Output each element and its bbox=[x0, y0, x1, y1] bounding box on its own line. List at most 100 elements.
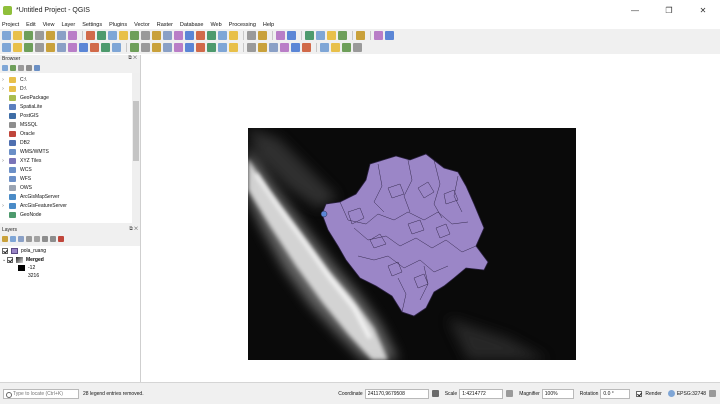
filter-expression-icon[interactable] bbox=[34, 236, 40, 242]
new-map-view-icon[interactable] bbox=[196, 31, 205, 40]
add-postgis-icon[interactable] bbox=[112, 43, 121, 52]
digitize-icon[interactable] bbox=[163, 43, 172, 52]
temporal-icon[interactable] bbox=[218, 31, 227, 40]
browser-item[interactable]: MSSQL bbox=[0, 120, 130, 129]
add-selected-icon[interactable] bbox=[2, 65, 8, 71]
menu-raster[interactable]: Raster bbox=[157, 22, 173, 28]
style-manager-icon[interactable] bbox=[68, 31, 77, 40]
browser-item[interactable]: SpatiaLite bbox=[0, 102, 130, 111]
label-show-icon[interactable] bbox=[269, 43, 278, 52]
label-icon[interactable] bbox=[247, 43, 256, 52]
add-mesh-icon[interactable] bbox=[79, 43, 88, 52]
panel-float-close-icon[interactable]: ⧉ ✕ bbox=[128, 55, 137, 61]
cut-icon[interactable] bbox=[185, 43, 194, 52]
browser-item[interactable]: › ArcGisFeatureServer bbox=[0, 201, 130, 210]
georeferencer-icon[interactable] bbox=[331, 43, 340, 52]
coordinate-field[interactable]: 241170,9679508 bbox=[364, 388, 429, 399]
layer-visibility-checkbox[interactable] bbox=[7, 257, 13, 263]
zoom-in-icon[interactable] bbox=[108, 31, 117, 40]
menu-view[interactable]: View bbox=[43, 22, 55, 28]
paste-icon[interactable] bbox=[207, 43, 216, 52]
render-checkbox[interactable] bbox=[636, 390, 643, 397]
layer-visibility-checkbox[interactable] bbox=[2, 248, 8, 254]
delete-icon[interactable] bbox=[174, 43, 183, 52]
pan-to-selection-icon[interactable] bbox=[97, 31, 106, 40]
locator-input[interactable] bbox=[13, 390, 75, 397]
browser-item[interactable]: GeoNode bbox=[0, 210, 130, 219]
browser-item[interactable]: DB2 bbox=[0, 138, 130, 147]
redo-icon[interactable] bbox=[229, 43, 238, 52]
annotation-icon[interactable] bbox=[374, 31, 383, 40]
copy-icon[interactable] bbox=[196, 43, 205, 52]
zoom-out-icon[interactable] bbox=[119, 31, 128, 40]
statistics-icon[interactable] bbox=[327, 31, 336, 40]
browser-scrollbar[interactable] bbox=[132, 73, 140, 223]
browser-item[interactable]: ArcGisMapServer bbox=[0, 192, 130, 201]
magnifier-field[interactable]: 100% bbox=[541, 388, 574, 399]
plugin-icon[interactable] bbox=[353, 43, 362, 52]
browser-item[interactable]: GeoPackage bbox=[0, 93, 130, 102]
browser-item[interactable]: WMS/WMTS bbox=[0, 147, 130, 156]
open-project-icon[interactable] bbox=[13, 31, 22, 40]
toggle-editing-icon[interactable] bbox=[141, 43, 150, 52]
add-group-icon[interactable] bbox=[10, 236, 16, 242]
measure-icon[interactable] bbox=[356, 31, 365, 40]
collapse-all-icon[interactable] bbox=[50, 236, 56, 242]
expand-all-icon[interactable] bbox=[42, 236, 48, 242]
data-source-manager-icon[interactable] bbox=[2, 43, 11, 52]
crs-label[interactable]: EPSG:32748 bbox=[677, 391, 706, 397]
filter-legend-icon[interactable] bbox=[26, 236, 32, 242]
map-canvas[interactable] bbox=[142, 55, 720, 382]
add-raster-icon[interactable] bbox=[68, 43, 77, 52]
new-geopackage-icon[interactable] bbox=[13, 43, 22, 52]
label-move-icon[interactable] bbox=[280, 43, 289, 52]
menu-plugins[interactable]: Plugins bbox=[109, 22, 127, 28]
identify-icon[interactable] bbox=[247, 31, 256, 40]
browser-item[interactable]: › XYZ Tiles bbox=[0, 156, 130, 165]
expand-arrow-icon[interactable]: › bbox=[0, 203, 6, 209]
crs-globe-icon[interactable] bbox=[667, 390, 675, 397]
field-calculator-icon[interactable] bbox=[316, 31, 325, 40]
layer-item-merged[interactable]: ⌄ Merged bbox=[2, 256, 44, 264]
browser-item[interactable]: › C:\ bbox=[0, 75, 130, 84]
menu-web[interactable]: Web bbox=[210, 22, 221, 28]
toggle-extents-icon[interactable] bbox=[431, 390, 439, 397]
add-spatialite-icon[interactable] bbox=[101, 43, 110, 52]
browser-item[interactable]: WFS bbox=[0, 174, 130, 183]
browser-item[interactable]: › D:\ bbox=[0, 84, 130, 93]
zoom-full-icon[interactable] bbox=[130, 31, 139, 40]
python-console-icon[interactable] bbox=[320, 43, 329, 52]
select-icon[interactable] bbox=[276, 31, 285, 40]
add-vector-icon[interactable] bbox=[57, 43, 66, 52]
menu-settings[interactable]: Settings bbox=[82, 22, 102, 28]
menu-database[interactable]: Database bbox=[180, 22, 204, 28]
menu-project[interactable]: Project bbox=[2, 22, 19, 28]
refresh-icon[interactable] bbox=[10, 65, 16, 71]
browser-tree[interactable]: › C:\ › D:\ GeoPackage SpatiaLite PostGIS MSSQL… bbox=[0, 73, 132, 223]
pan-icon[interactable] bbox=[86, 31, 95, 40]
minimize-button[interactable]: — bbox=[618, 0, 652, 20]
locator-bar[interactable] bbox=[3, 388, 79, 399]
properties-icon[interactable] bbox=[34, 65, 40, 71]
label-change-icon[interactable] bbox=[302, 43, 311, 52]
browser-item[interactable]: WCS bbox=[0, 165, 130, 174]
close-button[interactable]: ✕ bbox=[686, 0, 720, 20]
text-annotation-icon[interactable] bbox=[385, 31, 394, 40]
refresh-icon[interactable] bbox=[229, 31, 238, 40]
collapse-all-icon[interactable] bbox=[26, 65, 32, 71]
add-delimited-text-icon[interactable] bbox=[90, 43, 99, 52]
new-project-icon[interactable] bbox=[2, 31, 11, 40]
globe-icon[interactable] bbox=[342, 43, 351, 52]
browser-item[interactable]: PostGIS bbox=[0, 111, 130, 120]
scale-field[interactable]: 1:4214772 bbox=[459, 388, 504, 399]
remove-layer-icon[interactable] bbox=[58, 236, 64, 242]
new-shapefile-icon[interactable] bbox=[24, 43, 33, 52]
scrollbar-thumb[interactable] bbox=[133, 101, 139, 161]
zoom-to-layer-icon[interactable] bbox=[152, 31, 161, 40]
manage-themes-icon[interactable] bbox=[18, 236, 24, 242]
current-edits-icon[interactable] bbox=[130, 43, 139, 52]
browser-item[interactable]: Oracle bbox=[0, 129, 130, 138]
expand-arrow-icon[interactable]: › bbox=[0, 77, 6, 83]
print-layout-icon[interactable] bbox=[46, 31, 55, 40]
rotation-field[interactable]: 0.0 ° bbox=[600, 388, 631, 399]
